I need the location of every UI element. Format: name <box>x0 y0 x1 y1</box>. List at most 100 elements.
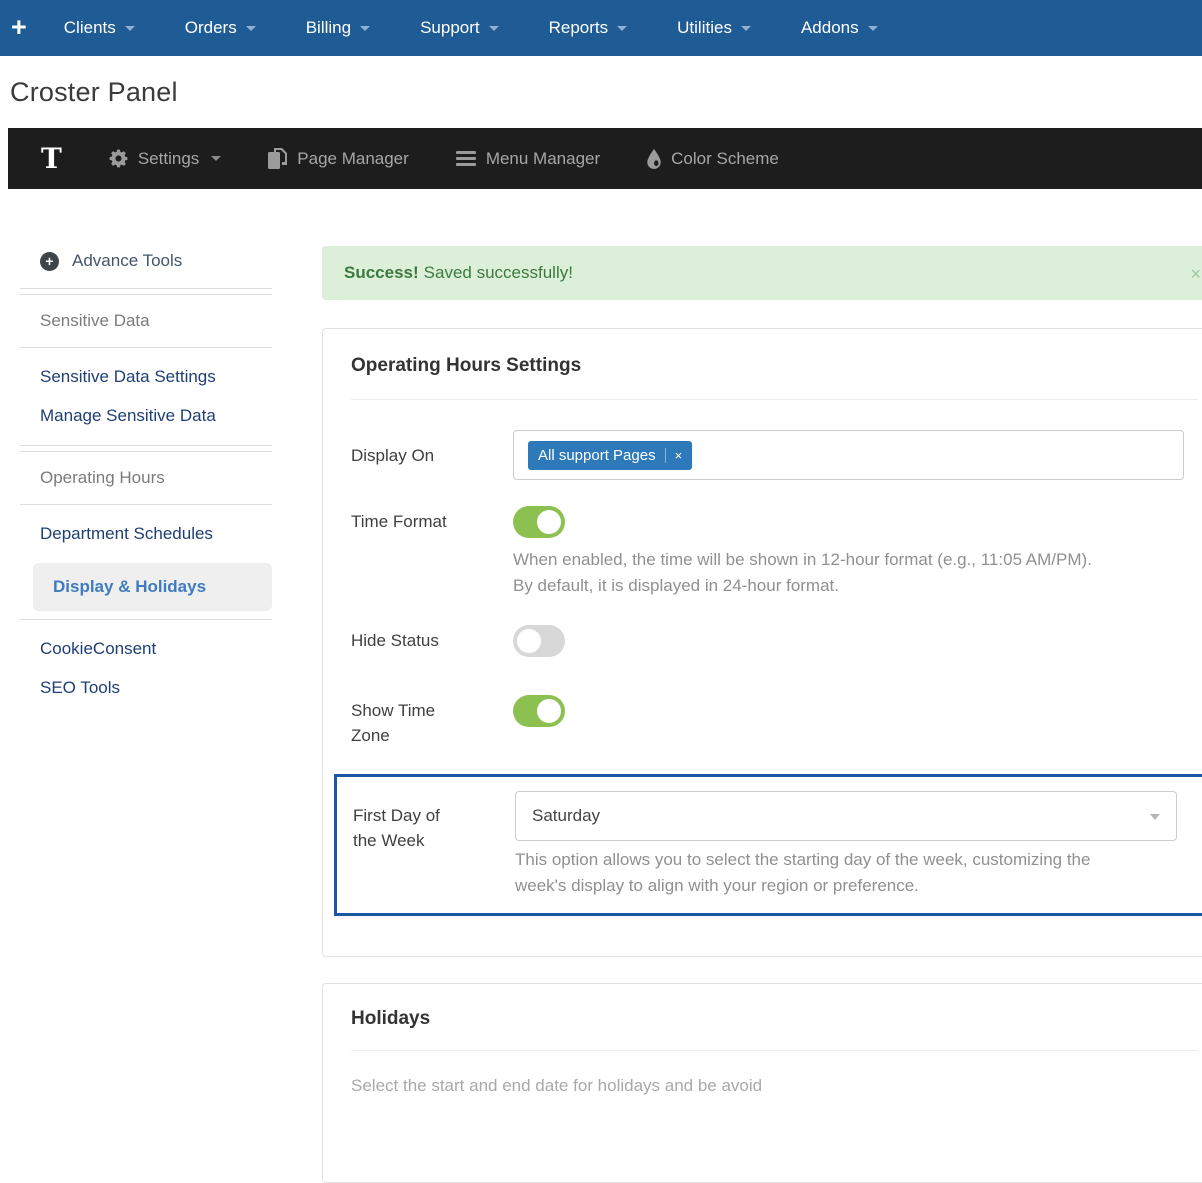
show-time-zone-toggle[interactable] <box>513 695 565 727</box>
nav-utilities[interactable]: Utilities <box>652 0 776 56</box>
sidebar-item-sensitive-data-settings[interactable]: Sensitive Data Settings <box>20 367 272 387</box>
first-day-row: First Day of the Week Saturday This opti… <box>353 791 1191 899</box>
sidebar: + Advance Tools Sensitive Data Sensitive… <box>20 251 272 717</box>
nav-billing[interactable]: Billing <box>281 0 395 56</box>
divider <box>20 347 272 348</box>
droplet-icon <box>647 149 661 169</box>
toolbar-page-manager-label: Page Manager <box>297 149 409 169</box>
close-icon[interactable]: × <box>1190 264 1201 285</box>
nav-addons[interactable]: Addons <box>776 0 903 56</box>
nav-clients[interactable]: Clients <box>39 0 160 56</box>
time-format-label: Time Format <box>351 506 451 534</box>
add-icon[interactable]: + <box>0 12 39 45</box>
card-title: Operating Hours Settings <box>351 355 1198 377</box>
addon-toolbar: T Settings Page Manager Menu Manager Col… <box>8 128 1202 189</box>
show-time-zone-row: Show Time Zone <box>351 695 1198 748</box>
sidebar-item-cookieconsent[interactable]: CookieConsent <box>20 639 272 659</box>
sidebar-item-department-schedules[interactable]: Department Schedules <box>20 524 272 544</box>
divider <box>20 451 272 452</box>
page-title: Croster Panel <box>10 74 1202 110</box>
show-time-zone-label: Show Time Zone <box>351 695 451 748</box>
toolbar-color-scheme-label: Color Scheme <box>671 149 779 169</box>
help-line: By default, it is displayed in 24-hour f… <box>513 573 1184 599</box>
nav-billing-label: Billing <box>306 18 351 38</box>
help-line: This option allows you to select the sta… <box>515 847 1177 873</box>
toolbar-settings[interactable]: Settings <box>109 149 221 169</box>
toolbar-settings-label: Settings <box>138 149 199 169</box>
sidebar-item-display-holidays[interactable]: Display & Holidays <box>33 563 272 611</box>
remove-tag-icon[interactable]: × <box>665 448 683 463</box>
chevron-down-icon <box>246 26 256 31</box>
nav-addons-label: Addons <box>801 18 859 38</box>
nav-support-label: Support <box>420 18 480 38</box>
show-time-zone-control <box>513 695 1184 727</box>
divider <box>20 445 272 446</box>
main-content: Success! Saved successfully! × Operating … <box>322 246 1202 1183</box>
nav-reports[interactable]: Reports <box>524 0 653 56</box>
display-on-input[interactable]: All support Pages × <box>513 430 1184 480</box>
first-day-row-highlight: First Day of the Week Saturday This opti… <box>334 774 1202 916</box>
divider <box>20 288 272 289</box>
toolbar-menu-manager-label: Menu Manager <box>486 149 600 169</box>
first-day-control: Saturday This option allows you to selec… <box>515 791 1177 899</box>
toolbar-menu-manager[interactable]: Menu Manager <box>456 149 600 169</box>
menu-icon <box>456 151 476 166</box>
tag-chip: All support Pages × <box>528 441 692 470</box>
sidebar-header-sensitive-data: Sensitive Data <box>20 311 272 331</box>
plus-circle-icon: + <box>40 252 59 271</box>
first-day-select[interactable]: Saturday <box>515 791 1177 841</box>
divider <box>20 504 272 505</box>
chevron-down-icon <box>1150 814 1160 820</box>
chevron-down-icon <box>868 26 878 31</box>
advance-tools-label: Advance Tools <box>72 251 182 271</box>
tag-chip-label: All support Pages <box>538 447 656 464</box>
success-alert: Success! Saved successfully! × <box>322 246 1202 300</box>
toolbar-color-scheme[interactable]: Color Scheme <box>647 149 779 169</box>
nav-clients-label: Clients <box>64 18 116 38</box>
toolbar-page-manager[interactable]: Page Manager <box>268 148 409 169</box>
nav-support[interactable]: Support <box>395 0 524 56</box>
divider <box>20 294 272 295</box>
sidebar-item-advance-tools[interactable]: + Advance Tools <box>20 251 272 271</box>
divider <box>351 1050 1198 1051</box>
time-format-toggle[interactable] <box>513 506 565 538</box>
first-day-selected-value: Saturday <box>532 806 600 826</box>
holidays-card: Holidays Select the start and end date f… <box>322 983 1202 1183</box>
display-on-row: Display On All support Pages × <box>351 430 1198 480</box>
hide-status-toggle[interactable] <box>513 625 565 657</box>
time-format-help: When enabled, the time will be shown in … <box>513 547 1184 599</box>
chevron-down-icon <box>617 26 627 31</box>
alert-title: Success! <box>344 263 419 282</box>
sidebar-header-operating-hours: Operating Hours <box>20 468 272 488</box>
hide-status-row: Hide Status <box>351 625 1198 657</box>
pages-icon <box>268 148 287 169</box>
sidebar-item-manage-sensitive-data[interactable]: Manage Sensitive Data <box>20 406 272 426</box>
content-area: + Advance Tools Sensitive Data Sensitive… <box>0 189 1202 1183</box>
card-title: Holidays <box>351 1008 1198 1030</box>
time-format-control: When enabled, the time will be shown in … <box>513 506 1184 599</box>
help-line: When enabled, the time will be shown in … <box>513 547 1184 573</box>
nav-orders-label: Orders <box>185 18 237 38</box>
toggle-knob <box>537 699 561 723</box>
alert-message: Saved successfully! <box>424 263 573 282</box>
top-navbar: + Clients Orders Billing Support Reports… <box>0 0 1202 56</box>
toggle-knob <box>517 629 541 653</box>
chevron-down-icon <box>489 26 499 31</box>
time-format-row: Time Format When enabled, the time will … <box>351 506 1198 599</box>
nav-orders[interactable]: Orders <box>160 0 281 56</box>
sidebar-item-seo-tools[interactable]: SEO Tools <box>20 678 272 698</box>
hide-status-control <box>513 625 1184 657</box>
brand-logo[interactable]: T <box>41 142 62 175</box>
chevron-down-icon <box>125 26 135 31</box>
display-on-control: All support Pages × <box>513 430 1184 480</box>
help-line: week's display to align with your region… <box>515 873 1177 899</box>
toggle-knob <box>537 510 561 534</box>
divider <box>20 619 272 620</box>
first-day-help: This option allows you to select the sta… <box>515 847 1177 899</box>
holidays-description: Select the start and end date for holida… <box>351 1073 1198 1099</box>
hide-status-label: Hide Status <box>351 625 451 653</box>
chevron-down-icon <box>741 26 751 31</box>
chevron-down-icon <box>211 156 221 161</box>
chevron-down-icon <box>360 26 370 31</box>
display-on-label: Display On <box>351 443 451 468</box>
